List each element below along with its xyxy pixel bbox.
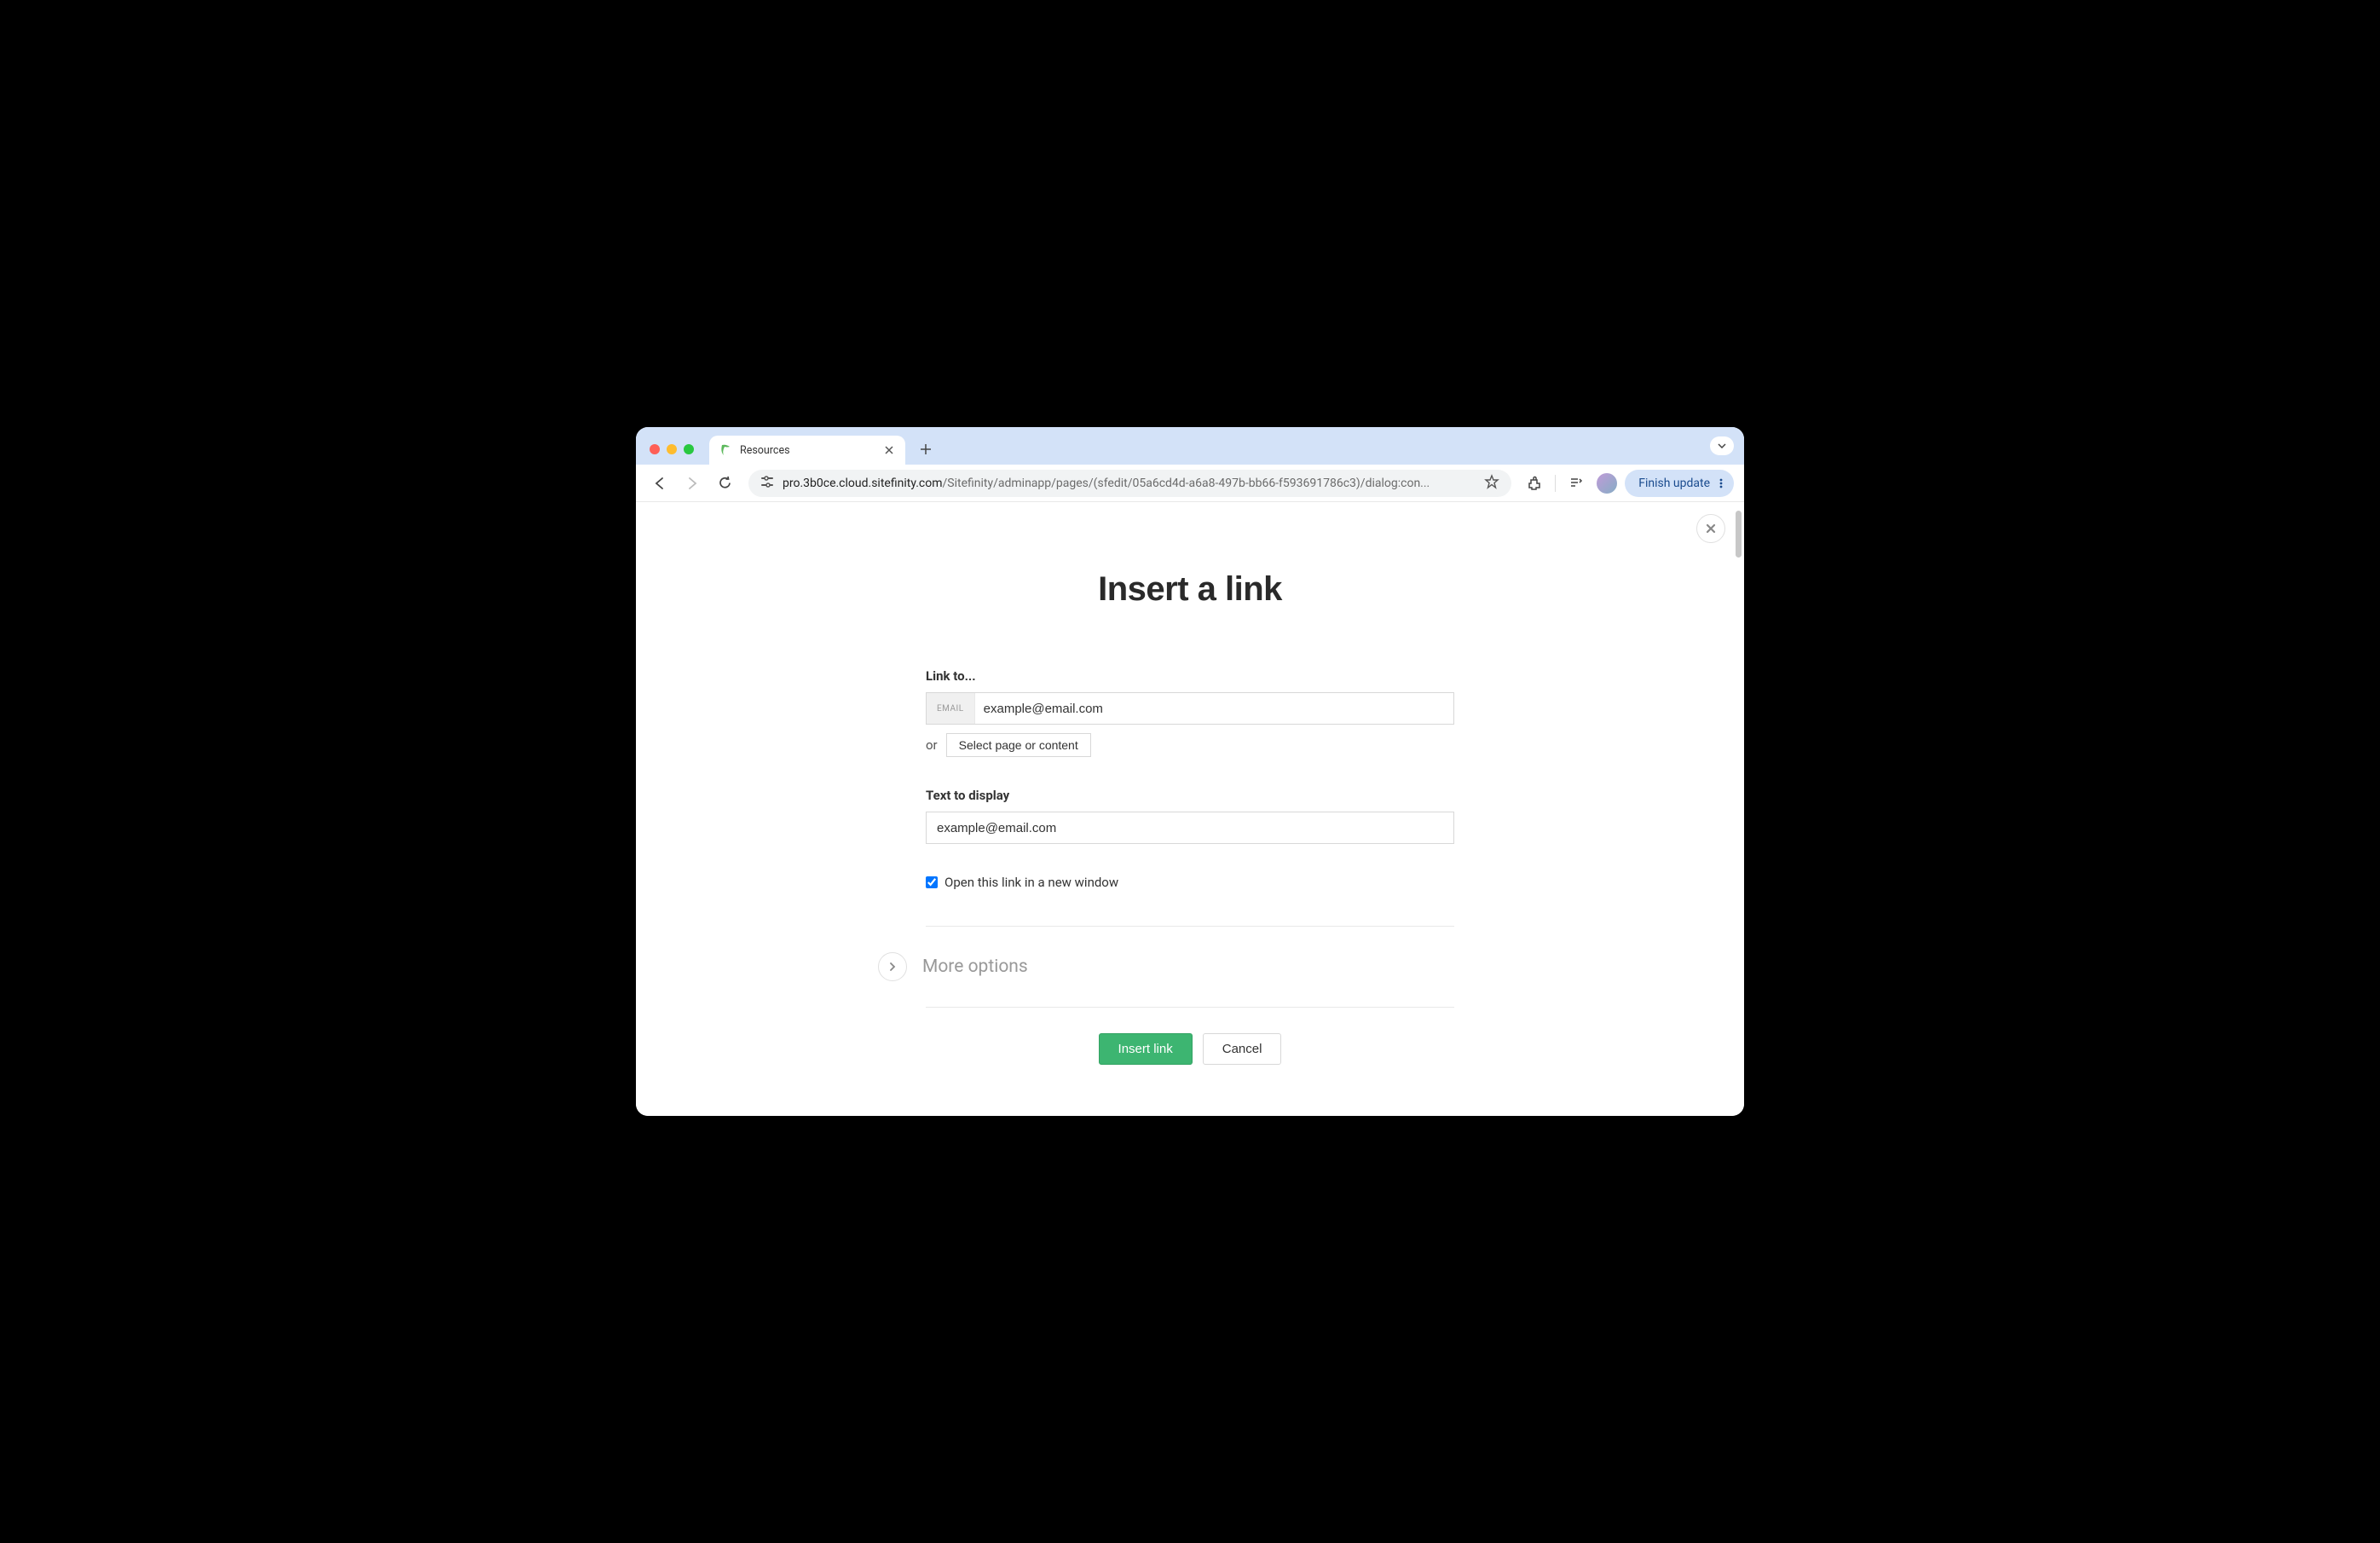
window-close-button[interactable]: [650, 444, 660, 454]
new-window-row: Open this link in a new window: [926, 875, 1454, 890]
link-to-field-group: Link to... EMAIL or Select page or conte…: [926, 668, 1454, 757]
new-window-label[interactable]: Open this link in a new window: [944, 875, 1118, 890]
browser-tab[interactable]: Resources: [709, 436, 905, 465]
scrollbar-thumb[interactable]: [1736, 511, 1742, 558]
divider: [926, 1007, 1454, 1008]
or-text: or: [926, 737, 938, 753]
close-dialog-button[interactable]: [1696, 514, 1725, 543]
sitefinity-favicon: [719, 443, 733, 457]
url-bar[interactable]: pro.3b0ce.cloud.sitefinity.com/Sitefinit…: [748, 470, 1511, 497]
text-display-input[interactable]: [926, 812, 1454, 844]
select-page-button[interactable]: Select page or content: [946, 733, 1091, 757]
window-dropdown-button[interactable]: [1710, 436, 1734, 455]
link-to-label: Link to...: [926, 668, 1454, 684]
url-text: pro.3b0ce.cloud.sitefinity.com/Sitefinit…: [783, 477, 1476, 490]
tab-title: Resources: [740, 444, 790, 457]
link-type-badge: EMAIL: [927, 693, 975, 724]
finish-update-label: Finish update: [1638, 477, 1710, 490]
finish-update-button[interactable]: Finish update: [1625, 470, 1734, 497]
toolbar-divider: [1555, 475, 1556, 492]
new-tab-button[interactable]: [914, 437, 938, 461]
back-button[interactable]: [646, 470, 673, 497]
insert-link-button[interactable]: Insert link: [1099, 1033, 1193, 1065]
profile-avatar[interactable]: [1594, 471, 1620, 496]
browser-window: Resources pro.3b0ce.cloud.sitef: [636, 427, 1744, 1116]
extensions-icon[interactable]: [1522, 471, 1547, 496]
chevron-right-icon: [878, 952, 907, 981]
reload-button[interactable]: [711, 470, 738, 497]
address-bar: pro.3b0ce.cloud.sitefinity.com/Sitefinit…: [636, 465, 1744, 502]
tab-close-icon[interactable]: [881, 442, 897, 458]
tab-bar: Resources: [636, 427, 1744, 465]
traffic-lights: [646, 444, 702, 465]
text-display-label: Text to display: [926, 788, 1454, 803]
window-minimize-button[interactable]: [667, 444, 677, 454]
cancel-button[interactable]: Cancel: [1203, 1033, 1282, 1065]
new-window-checkbox[interactable]: [926, 876, 938, 888]
star-bookmark-icon[interactable]: [1484, 474, 1499, 493]
link-to-input[interactable]: [975, 693, 1453, 724]
more-options-label: More options: [922, 956, 1028, 977]
form-area: Link to... EMAIL or Select page or conte…: [926, 668, 1454, 1008]
dialog-heading: Insert a link: [636, 570, 1744, 609]
or-row: or Select page or content: [926, 733, 1454, 757]
reading-list-icon[interactable]: [1563, 471, 1589, 496]
window-maximize-button[interactable]: [684, 444, 694, 454]
page-content: Insert a link Link to... EMAIL or Select…: [636, 502, 1744, 1116]
forward-button[interactable]: [679, 470, 706, 497]
site-settings-icon[interactable]: [760, 475, 774, 492]
link-to-input-wrap: EMAIL: [926, 692, 1454, 725]
more-options-toggle[interactable]: More options: [878, 927, 1454, 1007]
dialog-actions: Insert link Cancel: [636, 1033, 1744, 1065]
text-display-field-group: Text to display: [926, 788, 1454, 844]
